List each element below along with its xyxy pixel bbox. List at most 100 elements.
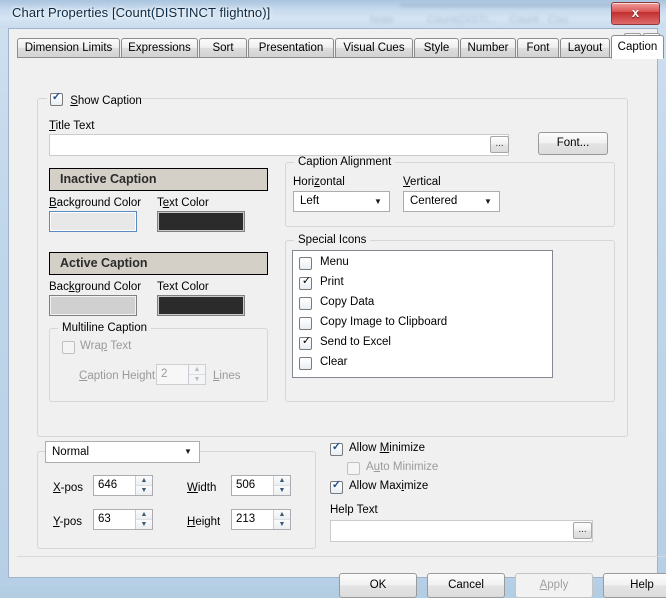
active-caption-preview: Active Caption xyxy=(49,252,268,275)
active-background-color-swatch[interactable] xyxy=(49,295,137,316)
special-icon-clear-checkbox[interactable] xyxy=(299,357,312,370)
special-icon-copy-image-checkbox[interactable] xyxy=(299,317,312,330)
caption-alignment-group-title: Caption Alignment xyxy=(294,156,396,168)
auto-minimize-checkbox[interactable] xyxy=(347,462,360,475)
xpos-stepper[interactable]: 646 ▲ ▼ xyxy=(93,475,153,496)
tab-strip: Dimension Limits Expressions Sort Presen… xyxy=(17,35,664,59)
inactive-text-color-swatch[interactable] xyxy=(157,211,245,232)
wrap-text-checkbox[interactable] xyxy=(62,341,75,354)
title-bar: Chart Properties [Count(DISTINCT flightn… xyxy=(0,0,666,28)
active-background-color-label: Background Color xyxy=(49,281,142,293)
allow-maximize-label: Allow Maximize xyxy=(349,480,429,492)
vertical-alignment-value: Centered xyxy=(410,195,458,207)
caption-height-value: 2 xyxy=(161,368,168,380)
tab-caption[interactable]: Caption xyxy=(611,35,664,59)
tab-dimension-limits[interactable]: Dimension Limits xyxy=(17,38,120,58)
special-icon-send-to-excel-label: Send to Excel xyxy=(320,336,391,348)
close-icon[interactable]: x xyxy=(611,2,660,25)
window-mode-value: Normal xyxy=(52,446,90,458)
special-icon-menu-checkbox[interactable] xyxy=(299,257,312,270)
tab-sort[interactable]: Sort xyxy=(199,38,247,58)
show-caption-label: Show Caption xyxy=(70,95,142,107)
height-up-icon[interactable]: ▲ xyxy=(274,510,290,520)
tab-number[interactable]: Number xyxy=(460,38,516,58)
tab-presentation[interactable]: Presentation xyxy=(248,38,334,58)
tab-style[interactable]: Style xyxy=(414,38,459,58)
dialog-client-area: Dimension Limits Expressions Sort Presen… xyxy=(8,28,666,598)
xpos-up-icon[interactable]: ▲ xyxy=(136,476,152,486)
chevron-down-icon: ▼ xyxy=(184,447,192,456)
ypos-up-icon[interactable]: ▲ xyxy=(136,510,152,520)
width-stepper[interactable]: 506 ▲ ▼ xyxy=(231,475,291,496)
check-icon: ✓ xyxy=(301,335,312,347)
special-icon-clear-label: Clear xyxy=(320,356,348,368)
vertical-alignment-select[interactable]: Centered ▼ xyxy=(403,191,500,212)
inactive-background-color-swatch[interactable] xyxy=(49,211,137,232)
multiline-caption-group-title: Multiline Caption xyxy=(58,322,152,334)
chevron-down-icon: ▼ xyxy=(374,197,382,206)
special-icon-copy-data-checkbox[interactable] xyxy=(299,297,312,310)
horizontal-label: Horizontal xyxy=(293,176,345,188)
height-stepper[interactable]: 213 ▲ ▼ xyxy=(231,509,291,530)
ypos-label: Y-pos xyxy=(53,516,82,528)
active-text-color-label: Text Color xyxy=(157,281,209,293)
xpos-value: 646 xyxy=(98,479,118,491)
help-text-input[interactable] xyxy=(330,520,593,542)
allow-minimize-checkbox[interactable]: ✓ xyxy=(330,441,343,456)
lines-label: Lines xyxy=(213,370,241,382)
height-value: 213 xyxy=(236,513,256,525)
xpos-down-icon[interactable]: ▼ xyxy=(136,485,152,495)
active-text-color-swatch[interactable] xyxy=(157,295,245,316)
help-text-label: Help Text xyxy=(330,504,378,516)
window-mode-select[interactable]: Normal ▼ xyxy=(45,441,200,463)
tab-expressions[interactable]: Expressions xyxy=(121,38,198,58)
allow-maximize-checkbox[interactable]: ✓ xyxy=(330,479,343,494)
xpos-label: X-pos xyxy=(53,482,84,494)
ypos-down-icon[interactable]: ▼ xyxy=(136,519,152,529)
help-text-browse-button[interactable]: ... xyxy=(573,522,592,539)
caption-height-label: Caption Height xyxy=(79,370,156,382)
caption-tab-page: ✓ Show Caption Title Text ... Font... In… xyxy=(17,58,651,558)
width-down-icon[interactable]: ▼ xyxy=(274,485,290,495)
caption-height-down-icon[interactable]: ▼ xyxy=(189,374,205,384)
title-text-label: Title Text xyxy=(49,120,95,132)
width-up-icon[interactable]: ▲ xyxy=(274,476,290,486)
ypos-value: 63 xyxy=(98,513,111,525)
title-text-browse-button[interactable]: ... xyxy=(490,136,509,153)
font-button[interactable]: Font... xyxy=(538,132,608,155)
inactive-caption-preview: Inactive Caption xyxy=(49,168,268,191)
special-icon-print-label: Print xyxy=(320,276,344,288)
special-icons-group-title: Special Icons xyxy=(294,234,371,246)
position-group xyxy=(37,451,316,549)
tab-font[interactable]: Font xyxy=(517,38,559,58)
allow-minimize-label: Allow Minimize xyxy=(349,442,426,454)
window-title: Chart Properties [Count(DISTINCT flightn… xyxy=(12,5,271,20)
special-icons-list[interactable]: Menu ✓ Print Copy Data Copy Image to Cli… xyxy=(292,250,553,378)
horizontal-alignment-select[interactable]: Left ▼ xyxy=(293,191,390,212)
show-caption-legend: ✓ Show Caption xyxy=(47,91,142,107)
tab-layout[interactable]: Layout xyxy=(560,38,610,58)
check-icon: ✓ xyxy=(51,91,62,103)
wrap-text-label: Wrap Text xyxy=(80,340,132,352)
title-text-input[interactable] xyxy=(49,134,509,156)
height-down-icon[interactable]: ▼ xyxy=(274,519,290,529)
inactive-background-color-label: Background Color xyxy=(49,197,142,209)
footer-separator xyxy=(17,556,666,557)
special-icon-copy-image-label: Copy Image to Clipboard xyxy=(320,316,448,328)
check-icon: ✓ xyxy=(331,441,342,453)
close-glyph: x xyxy=(631,5,640,20)
chevron-down-icon: ▼ xyxy=(484,197,492,206)
special-icon-send-to-excel-checkbox[interactable]: ✓ xyxy=(299,335,312,350)
special-icon-copy-data-label: Copy Data xyxy=(320,296,375,308)
special-icon-print-checkbox[interactable]: ✓ xyxy=(299,275,312,290)
tab-visual-cues[interactable]: Visual Cues xyxy=(335,38,413,58)
caption-height-stepper[interactable]: 2 ▲ ▼ xyxy=(156,364,206,385)
caption-height-up-icon[interactable]: ▲ xyxy=(189,365,205,375)
special-icon-menu-label: Menu xyxy=(320,256,349,268)
chart-properties-dialog: Note Count(DISTI... Count Cou Chart Prop… xyxy=(0,0,666,598)
height-label: Height xyxy=(187,516,221,528)
vertical-label: Vertical xyxy=(403,176,441,188)
ypos-stepper[interactable]: 63 ▲ ▼ xyxy=(93,509,153,530)
show-caption-checkbox[interactable]: ✓ xyxy=(50,91,63,106)
check-icon: ✓ xyxy=(301,275,312,287)
